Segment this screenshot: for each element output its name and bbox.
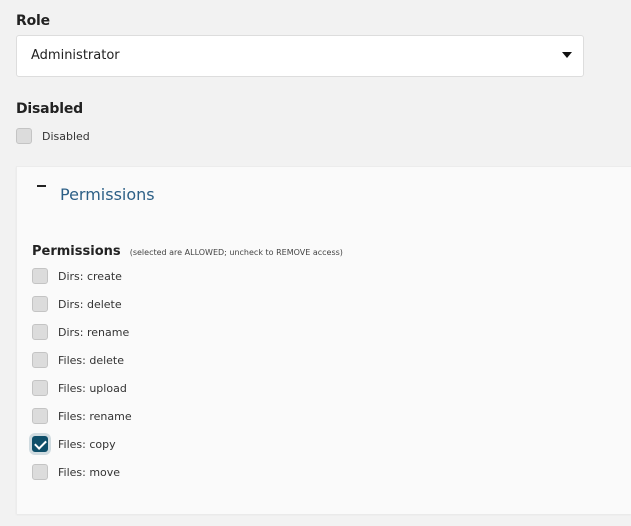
permission-label: Files: upload <box>58 381 127 395</box>
permissions-header-title: Permissions <box>32 244 121 259</box>
permission-label: Files: move <box>58 465 121 479</box>
permission-row[interactable]: Files: upload <box>32 379 127 397</box>
permission-label: Files: rename <box>58 409 132 423</box>
permission-label: Dirs: delete <box>58 297 122 311</box>
permission-label: Files: delete <box>58 353 124 367</box>
checkmark-icon[interactable] <box>32 436 48 452</box>
permission-checkbox[interactable] <box>32 408 48 424</box>
permission-row[interactable]: Dirs: delete <box>32 295 122 313</box>
minus-icon[interactable] <box>37 185 46 187</box>
permission-checkbox[interactable] <box>32 268 48 284</box>
permission-row[interactable]: Files: copy <box>32 435 116 453</box>
disabled-checkbox-row[interactable]: Disabled <box>16 127 90 145</box>
permission-label: Files: copy <box>58 437 116 451</box>
permissions-header-note: (selected are ALLOWED; uncheck to REMOVE… <box>129 248 343 257</box>
permission-checkbox[interactable] <box>32 380 48 396</box>
permission-label: Dirs: rename <box>58 325 130 339</box>
role-label: Role <box>16 13 50 29</box>
permission-row[interactable]: Files: rename <box>32 407 132 425</box>
role-select[interactable]: Administrator <box>16 35 584 77</box>
disabled-label: Disabled <box>16 101 83 117</box>
permissions-header: Permissions (selected are ALLOWED; unche… <box>32 240 343 259</box>
permissions-panel: Permissions Permissions (selected are AL… <box>16 166 631 514</box>
permission-checkbox[interactable] <box>32 352 48 368</box>
role-select-value: Administrator <box>31 48 120 63</box>
permission-row[interactable]: Files: move <box>32 463 120 481</box>
disabled-checkbox[interactable] <box>16 128 32 144</box>
permissions-panel-title[interactable]: Permissions <box>60 185 155 204</box>
permission-label: Dirs: create <box>58 269 122 283</box>
disabled-checkbox-label: Disabled <box>42 129 90 143</box>
permission-checkbox[interactable] <box>32 464 48 480</box>
permission-checkbox[interactable] <box>32 296 48 312</box>
permission-row[interactable]: Dirs: rename <box>32 323 129 341</box>
permission-row[interactable]: Dirs: create <box>32 267 122 285</box>
permission-row[interactable]: Files: delete <box>32 351 124 369</box>
permission-checkbox[interactable] <box>32 324 48 340</box>
caret-down-icon <box>562 52 572 58</box>
